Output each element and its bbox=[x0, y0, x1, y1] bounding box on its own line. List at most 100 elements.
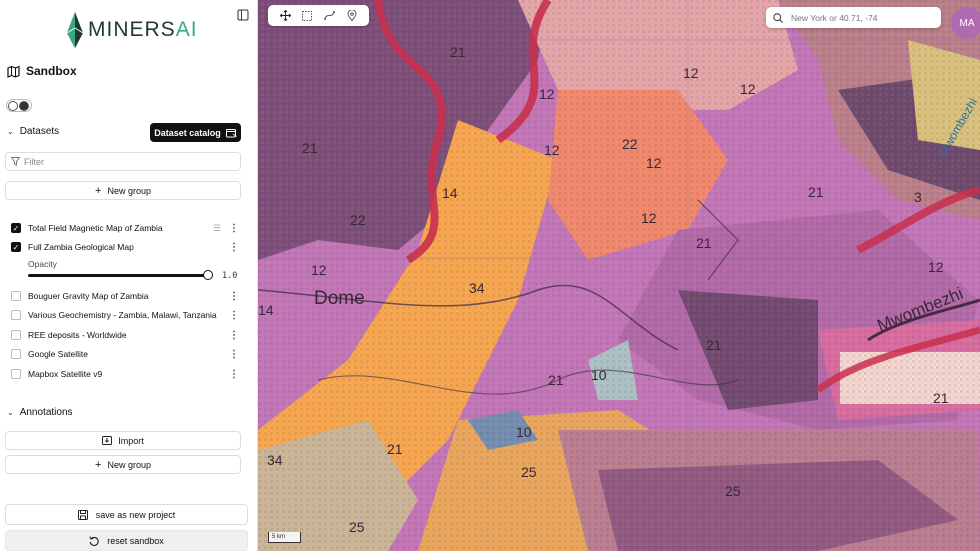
map-label: 12 bbox=[646, 155, 662, 171]
annotations-section-header[interactable]: ⌄ Annotations bbox=[7, 407, 73, 418]
map-label: 12 bbox=[311, 262, 327, 278]
opacity-value: 1.0 bbox=[222, 271, 238, 281]
layer-checkbox[interactable] bbox=[11, 310, 21, 320]
logo-text: MINERSAI bbox=[88, 18, 198, 41]
map-label: 25 bbox=[349, 519, 365, 535]
new-group-label: New group bbox=[107, 459, 151, 470]
layer-label: Full Zambia Geological Map bbox=[28, 242, 134, 252]
datasets-section-header[interactable]: ⌄ Datasets bbox=[7, 126, 59, 137]
map-toolbar bbox=[268, 5, 369, 26]
datasets-new-group-button[interactable]: + New group bbox=[5, 181, 241, 200]
filter-placeholder: Filter bbox=[24, 156, 44, 167]
layer-row[interactable]: REE deposits - Worldwide ⋮ bbox=[11, 328, 239, 342]
app-logo[interactable]: MINERSAI bbox=[66, 11, 198, 49]
map-label: 10 bbox=[516, 424, 532, 440]
more-options-icon[interactable]: ⋮ bbox=[229, 223, 239, 234]
map-label: 14 bbox=[258, 302, 274, 318]
map-search-bar[interactable] bbox=[766, 7, 941, 28]
map-label: 21 bbox=[450, 44, 466, 60]
toggle-option-globe-icon[interactable] bbox=[19, 100, 29, 111]
save-icon bbox=[77, 509, 88, 520]
more-options-icon[interactable]: ⋮ bbox=[229, 330, 239, 341]
map-label: 21 bbox=[933, 390, 949, 406]
layer-label: Various Geochemistry - Zambia, Malawi, T… bbox=[28, 310, 217, 320]
map-label: 25 bbox=[521, 464, 537, 480]
map-label: 22 bbox=[350, 212, 366, 228]
plus-icon: + bbox=[95, 458, 102, 471]
layer-checkbox[interactable]: ✓ bbox=[11, 223, 21, 233]
map-label: 3 bbox=[914, 189, 922, 205]
chevron-down-icon: ⌄ bbox=[7, 127, 14, 136]
map-label: 12 bbox=[740, 81, 756, 97]
more-options-icon[interactable]: ⋮ bbox=[229, 369, 239, 380]
more-options-icon[interactable]: ⋮ bbox=[229, 291, 239, 302]
map-label: Dome bbox=[314, 288, 365, 309]
page-title: Sandbox bbox=[26, 64, 77, 78]
map-label: 21 bbox=[387, 441, 403, 457]
draw-line-icon[interactable] bbox=[323, 9, 337, 23]
sidebar-collapse-icon[interactable] bbox=[237, 9, 251, 23]
avatar[interactable]: MA bbox=[951, 7, 980, 39]
layer-label: Mapbox Satellite v9 bbox=[28, 369, 103, 379]
map-label: 12 bbox=[928, 259, 944, 275]
annotations-new-group-button[interactable]: + New group bbox=[5, 455, 241, 474]
rectangle-select-icon[interactable] bbox=[300, 9, 314, 23]
dataset-catalog-label: Dataset catalog bbox=[154, 127, 221, 138]
legend-icon[interactable]: ☰ bbox=[213, 223, 223, 234]
layer-label: Bouguer Gravity Map of Zambia bbox=[28, 291, 149, 301]
opacity-label: Opacity bbox=[28, 259, 57, 269]
map-label: 21 bbox=[302, 140, 318, 156]
layer-label: REE deposits - Worldwide bbox=[28, 330, 127, 340]
layer-checkbox[interactable] bbox=[11, 330, 21, 340]
opacity-slider-thumb[interactable] bbox=[203, 270, 213, 280]
map-scale-bar: 5 km bbox=[268, 532, 301, 543]
map-canvas[interactable]: 21 12 12 12 12 22 12 21 12 21 14 22 12 1… bbox=[258, 0, 980, 551]
opacity-slider-track[interactable] bbox=[28, 274, 208, 277]
map-label: 25 bbox=[725, 483, 741, 499]
chevron-down-icon: ⌄ bbox=[7, 408, 14, 417]
map-label: 22 bbox=[622, 136, 638, 152]
new-group-label: New group bbox=[107, 185, 151, 196]
more-options-icon[interactable]: ⋮ bbox=[229, 310, 239, 321]
layer-checkbox[interactable]: ✓ bbox=[11, 242, 21, 252]
layer-label: Total Field Magnetic Map of Zambia bbox=[28, 223, 163, 233]
layer-row[interactable]: Google Satellite ⋮ bbox=[11, 347, 239, 361]
more-options-icon[interactable]: ⋮ bbox=[229, 349, 239, 360]
logo-crystal-icon bbox=[66, 12, 84, 48]
pan-tool-icon[interactable] bbox=[278, 9, 292, 23]
import-label: Import bbox=[118, 435, 144, 446]
catalog-icon bbox=[225, 128, 237, 137]
filter-input-wrapper[interactable]: Filter bbox=[5, 152, 241, 171]
sandbox-title-row: Sandbox bbox=[7, 64, 77, 78]
map-label: 14 bbox=[442, 185, 458, 201]
search-icon bbox=[773, 12, 783, 23]
toggle-option-icon[interactable] bbox=[8, 100, 18, 111]
map-label: 21 bbox=[808, 184, 824, 200]
layer-row[interactable]: ✓ Total Field Magnetic Map of Zambia ☰ ⋮ bbox=[11, 221, 239, 235]
map-label: 34 bbox=[267, 452, 283, 468]
layer-row[interactable]: ✓ Full Zambia Geological Map ⋮ bbox=[11, 240, 239, 254]
map-label: 12 bbox=[683, 65, 699, 81]
opacity-slider[interactable] bbox=[28, 270, 213, 280]
layer-checkbox[interactable] bbox=[11, 349, 21, 359]
view-mode-toggle[interactable] bbox=[6, 99, 32, 112]
location-pin-icon[interactable] bbox=[345, 9, 359, 23]
layer-row[interactable]: Bouguer Gravity Map of Zambia ⋮ bbox=[11, 289, 239, 303]
plus-icon: + bbox=[95, 184, 102, 197]
layer-checkbox[interactable] bbox=[11, 369, 21, 379]
save-project-button[interactable]: save as new project bbox=[5, 504, 248, 525]
dataset-catalog-button[interactable]: Dataset catalog bbox=[150, 123, 241, 142]
import-button[interactable]: Import bbox=[5, 431, 241, 450]
reset-icon bbox=[89, 536, 99, 546]
map-search-input[interactable] bbox=[791, 12, 931, 23]
layer-checkbox[interactable] bbox=[11, 291, 21, 301]
map-label: 34 bbox=[469, 280, 485, 296]
map-label: 21 bbox=[706, 337, 722, 353]
reset-sandbox-button[interactable]: reset sandbox bbox=[5, 530, 248, 551]
more-options-icon[interactable]: ⋮ bbox=[229, 242, 239, 253]
layer-row[interactable]: Mapbox Satellite v9 ⋮ bbox=[11, 367, 239, 381]
sidebar: MINERSAI Sandbox ⌄ Datasets Dataset cata… bbox=[0, 0, 258, 551]
reset-sandbox-label: reset sandbox bbox=[107, 535, 164, 546]
map-label: 12 bbox=[539, 86, 555, 102]
layer-row[interactable]: Various Geochemistry - Zambia, Malawi, T… bbox=[11, 308, 239, 322]
